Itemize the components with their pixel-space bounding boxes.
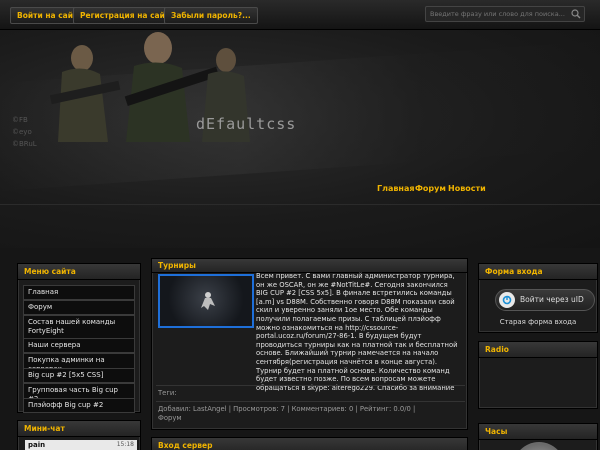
uid-login-label: Войти через uID [520,295,584,304]
menu-item-servers[interactable]: Наши сервера [23,338,135,353]
clock-title: Часы [479,424,597,440]
nav-home[interactable]: Главная [377,184,414,193]
menu-item-home[interactable]: Главная [23,285,135,300]
header-watermark: ©FB ©eyo ©BRuL [12,116,37,148]
menu-item-playoff[interactable]: Плэйофф Big cup #2 [23,398,135,413]
menu-item-forum[interactable]: Форум [23,300,135,315]
search-input[interactable] [425,6,585,22]
server-panel-title[interactable]: Вход сервер [152,438,467,450]
search-button[interactable] [566,6,585,22]
clock-panel: Часы [478,423,598,450]
news-image[interactable] [158,274,254,328]
register-button[interactable]: Регистрация на сайт [73,7,177,24]
news-forum-link[interactable]: Форум [158,414,181,422]
radio-panel: Radio [478,341,598,409]
player-silhouette-icon [201,292,215,310]
login-panel: Форма входа Войти через uID Старая форма… [478,263,598,333]
nav-news[interactable]: Новости [448,184,486,193]
news-tags: Теги: [158,389,177,397]
top-bar: Войти на сайт Регистрация на сайт Забыли… [0,0,600,30]
divider [156,401,465,402]
mini-chat-title: Мини-чат [18,421,140,437]
radio-title: Radio [479,342,597,358]
uid-login-button[interactable]: Войти через uID [495,289,595,311]
site-logo: dEfaultcss [196,115,297,133]
site-header: ©FB ©eyo ©BRuL dEfaultcss Главная Форум … [0,30,600,248]
chat-time: 15:18 [116,441,134,448]
news-meta: Добавил: LastAngel | Просмотров: 7 | Ком… [158,405,416,413]
clock-face [513,442,565,450]
news-panel: Турниры Всем привет. С вами главный адми… [151,258,468,430]
left-menu-panel: Меню сайта Главная Форум Состав нашей ко… [17,263,141,413]
left-menu-title: Меню сайта [18,264,140,280]
old-login-link[interactable]: Старая форма входа [479,318,597,326]
chat-message: pain 15:18 [25,440,137,450]
news-body: Всем привет. С вами главный администрато… [256,272,458,392]
mini-chat-panel: Мини-чат pain 15:18 [17,420,141,450]
news-title[interactable]: Турниры [152,259,467,273]
nav-forum[interactable]: Форум [415,184,446,193]
server-panel: Вход сервер [151,437,468,450]
login-panel-title: Форма входа [479,264,597,280]
menu-item-bigcup[interactable]: Big cup #2 [5x5 CSS] [23,368,135,383]
divider [156,385,465,386]
header-divider [0,204,600,205]
search-icon [570,9,580,19]
uid-icon [499,292,515,308]
chat-user[interactable]: pain [28,441,45,449]
menu-item-team[interactable]: Состав нашей команды FortyEight [23,315,135,339]
forgot-password-button[interactable]: Забыли пароль?... [164,7,258,24]
